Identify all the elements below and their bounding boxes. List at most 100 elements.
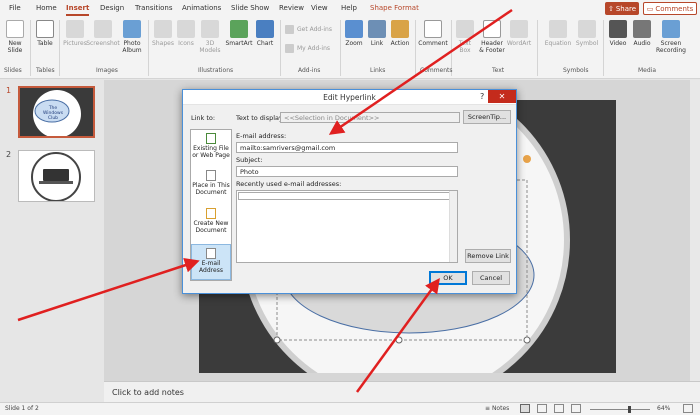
link-option-place-in-document[interactable]: Place in This Document (191, 170, 231, 196)
link-option-existing-file[interactable]: Existing File or Web Page (191, 133, 231, 159)
group-label-media: Media (638, 67, 657, 74)
tab-slide-show[interactable]: Slide Show (231, 4, 269, 12)
email-document-icon (206, 248, 216, 259)
tab-animations[interactable]: Animations (182, 4, 221, 12)
slide-sorter-icon[interactable] (537, 404, 547, 413)
notes-icon: ≡ (485, 405, 492, 412)
list-scrollbar[interactable] (449, 191, 457, 262)
symbol-button[interactable]: Symbol (576, 20, 598, 47)
zoom-button[interactable]: Zoom (344, 20, 364, 47)
tab-design[interactable]: Design (100, 4, 124, 12)
tab-help[interactable]: Help (341, 4, 357, 12)
share-button[interactable]: ⇧ Share (605, 2, 639, 15)
zoom-slider-thumb[interactable] (628, 406, 631, 413)
new-slide-button[interactable]: New Slide (4, 20, 26, 54)
new-comment-icon (424, 20, 442, 38)
ok-button[interactable]: OK (429, 271, 467, 285)
comment-button[interactable]: Comment (418, 20, 448, 47)
remove-link-button[interactable]: Remove Link (465, 249, 511, 263)
slide-1-title: The Windows Club (42, 106, 64, 121)
dialog-title: Edit Hyperlink (183, 90, 516, 105)
link-icon (368, 20, 386, 38)
link-option-email-address[interactable]: E-mail Address (191, 244, 231, 280)
link-button[interactable]: Link (367, 20, 387, 47)
subject-input[interactable]: Photo (236, 166, 458, 177)
slide-thumbnail-2[interactable] (18, 150, 95, 202)
tab-insert[interactable]: Insert (66, 4, 90, 16)
symbol-icon (578, 20, 596, 38)
normal-view-icon[interactable] (520, 404, 530, 413)
my-addins-button[interactable]: My Add-ins (285, 44, 330, 53)
link-to-panel: Existing File or Web Page Place in This … (190, 129, 232, 281)
zoom-level[interactable]: 64% (657, 405, 670, 412)
link-option-create-new-document[interactable]: Create New Document (191, 208, 231, 234)
ribbon-separator (280, 20, 281, 76)
photo-album-button[interactable]: Photo Album (120, 20, 144, 54)
screen-recording-button[interactable]: Screen Recording (655, 20, 687, 54)
slide-thumbnail-1[interactable]: The Windows Club (18, 86, 95, 138)
slide-number: 1 (6, 86, 12, 95)
equation-button[interactable]: Equation (544, 20, 572, 47)
chart-button[interactable]: Chart (255, 20, 275, 47)
ribbon-separator (30, 20, 31, 76)
icons-button[interactable]: Icons (176, 20, 196, 47)
tab-transitions[interactable]: Transitions (135, 4, 173, 12)
group-label-text: Text (492, 67, 505, 74)
get-addins-button[interactable]: Get Add-ins (285, 25, 332, 34)
slide-counter: Slide 1 of 2 (5, 405, 39, 412)
text-box-button[interactable]: Text Box (455, 20, 475, 54)
tab-file[interactable]: File (9, 4, 21, 12)
tab-home[interactable]: Home (36, 4, 57, 12)
vertical-scrollbar[interactable] (690, 80, 700, 381)
fit-slide-icon[interactable] (683, 404, 693, 413)
edit-hyperlink-dialog: Edit Hyperlink ? ✕ Link to: Text to disp… (182, 89, 517, 294)
screenshot-button[interactable]: Screenshot (86, 20, 120, 47)
notes-toggle[interactable]: ≡ Notes (485, 405, 509, 412)
ribbon-separator (340, 20, 341, 76)
header-footer-button[interactable]: Header & Footer (478, 20, 506, 54)
video-icon (609, 20, 627, 38)
notes-pane[interactable]: Click to add notes (104, 381, 700, 402)
ribbon: New Slide Table Pictures Screenshot Phot… (0, 17, 700, 79)
tab-shape-format[interactable]: Shape Format (370, 4, 419, 12)
tab-view[interactable]: View (311, 4, 328, 12)
smartart-button[interactable]: SmartArt (225, 20, 253, 47)
email-address-input[interactable]: mailto:samrivers@gmail.com (236, 142, 458, 153)
comment-icon: ▭ (646, 4, 654, 13)
group-label-addins: Add-ins (298, 67, 321, 74)
help-icon[interactable]: ? (480, 92, 484, 101)
group-label-images: Images (96, 67, 118, 74)
text-box-icon (456, 20, 474, 38)
recent-emails-list[interactable] (236, 190, 458, 263)
addins-icon (285, 44, 294, 53)
pictures-icon (66, 20, 84, 38)
recent-emails-label: Recently used e-mail addresses: (236, 180, 342, 188)
comments-button[interactable]: ▭ Comments (643, 2, 697, 15)
notes-placeholder: Click to add notes (112, 388, 184, 397)
shapes-button[interactable]: Shapes (152, 20, 174, 47)
status-bar: Slide 1 of 2 ≡ Notes 64% (0, 402, 700, 415)
close-button[interactable]: ✕ (488, 90, 516, 103)
globe-document-icon (206, 133, 216, 144)
3d-models-button[interactable]: 3D Models (199, 20, 221, 54)
pictures-button[interactable]: Pictures (63, 20, 87, 47)
screentip-button[interactable]: ScreenTip... (463, 110, 511, 124)
table-icon (36, 20, 54, 38)
cancel-button[interactable]: Cancel (472, 271, 510, 285)
subject-label: Subject: (236, 156, 263, 164)
tab-review[interactable]: Review (279, 4, 304, 12)
email-address-label: E-mail address: (236, 132, 287, 140)
zoom-slider[interactable] (590, 409, 650, 410)
wordart-icon (510, 20, 528, 38)
wordart-button[interactable]: WordArt (507, 20, 531, 47)
slideshow-icon[interactable] (571, 404, 581, 413)
reading-view-icon[interactable] (554, 404, 564, 413)
list-item[interactable] (238, 192, 450, 200)
video-button[interactable]: Video (607, 20, 629, 47)
audio-button[interactable]: Audio (631, 20, 653, 47)
slide-2-preview (31, 152, 81, 201)
action-button[interactable]: Action (389, 20, 411, 47)
text-to-display-input[interactable]: <<Selection in Document>> (280, 112, 460, 123)
store-icon (285, 25, 294, 34)
table-button[interactable]: Table (35, 20, 55, 47)
